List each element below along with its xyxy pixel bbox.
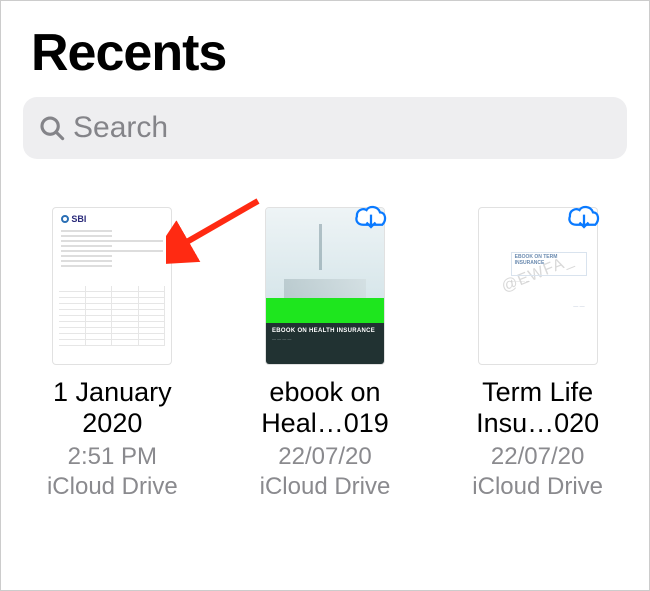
file-name: 1 January 2020	[53, 377, 172, 441]
cloud-download-icon	[353, 203, 389, 233]
cloud-download-icon	[566, 203, 602, 233]
file-location: iCloud Drive	[260, 473, 391, 501]
search-input[interactable]	[73, 111, 613, 145]
file-time: 22/07/20	[491, 443, 584, 471]
file-time: 22/07/20	[278, 443, 371, 471]
page-title: Recents	[1, 1, 649, 97]
file-location: iCloud Drive	[47, 473, 178, 501]
file-location: iCloud Drive	[472, 473, 603, 501]
files-recents-view: Recents SBI	[0, 0, 650, 591]
file-time: 2:51 PM	[68, 443, 157, 471]
thumb-title: EBOOK ON TERM INSURANCE	[512, 253, 586, 268]
file-item[interactable]: EBOOK ON HEALTH INSURANCE — — — — ebook …	[230, 207, 420, 500]
search-icon	[37, 113, 67, 143]
file-thumbnail: SBI	[52, 207, 172, 365]
file-item[interactable]: SBI 1 January 2020	[17, 207, 207, 500]
thumb-title: EBOOK ON HEALTH INSURANCE	[272, 328, 378, 334]
search-bar[interactable]	[23, 97, 627, 159]
thumb-logo: SBI	[61, 214, 86, 224]
file-name: Term Life Insu…020	[476, 377, 599, 441]
file-item[interactable]: @EWFA_ EBOOK ON TERM INSURANCE — — — — —…	[443, 207, 633, 500]
file-name: ebook on Heal…019	[261, 377, 389, 441]
file-grid: SBI 1 January 2020	[1, 159, 649, 500]
